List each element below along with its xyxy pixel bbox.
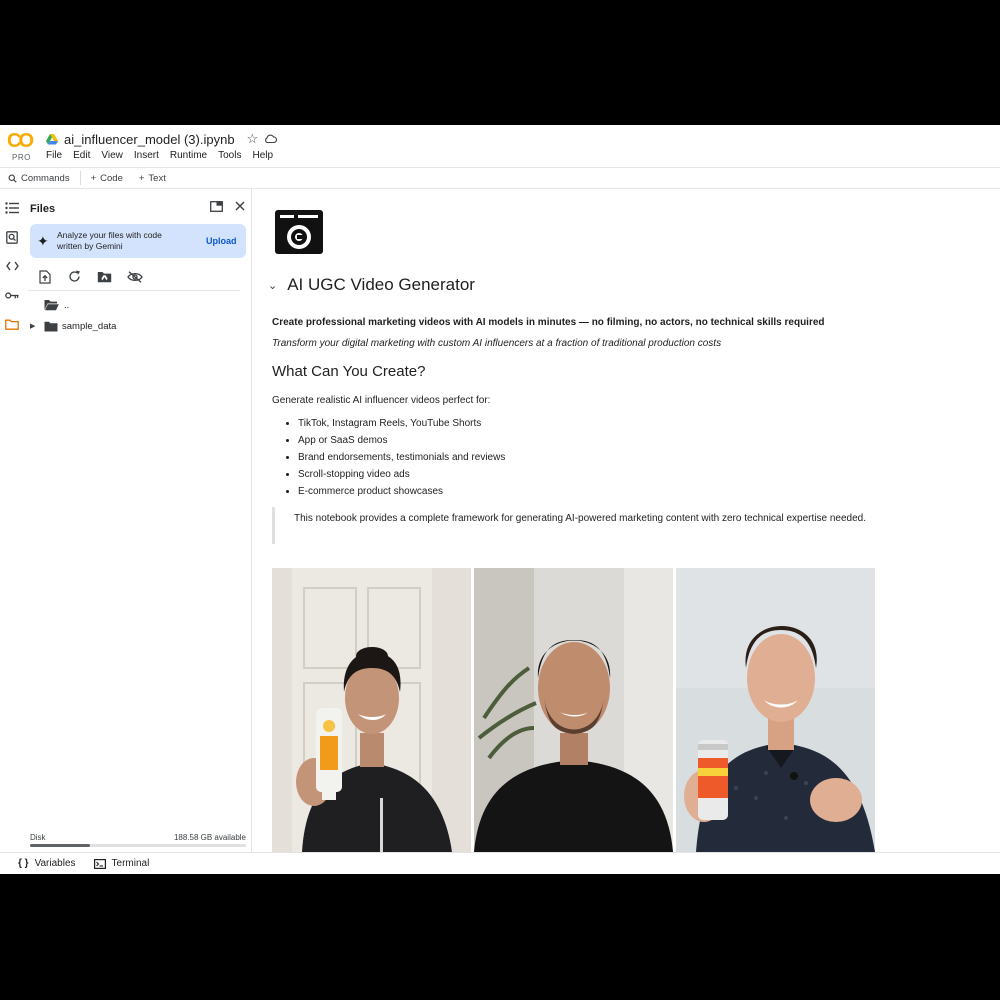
- mount-drive-icon[interactable]: [96, 269, 113, 284]
- upload-file-icon[interactable]: [36, 269, 53, 284]
- menu-runtime[interactable]: Runtime: [170, 150, 207, 161]
- disk-bar: [30, 844, 246, 847]
- toolbar: Commands + Code + Text: [0, 167, 1000, 189]
- section-heading: What Can You Create?: [272, 363, 426, 380]
- open-folder-icon: [44, 300, 59, 311]
- file-tools: [36, 269, 143, 284]
- close-icon[interactable]: [233, 199, 247, 213]
- bottom-bar: { } Variables Terminal: [0, 852, 1000, 874]
- variables-button[interactable]: { } Variables: [0, 858, 76, 869]
- notebook-area: ⌄ AI UGC Video Generator Create professi…: [252, 189, 1000, 852]
- menu-help[interactable]: Help: [252, 150, 273, 161]
- influencer-photo-strip: [272, 568, 876, 852]
- files-divider: [28, 290, 240, 291]
- title-row: ai_influencer_model (3).ipynb ☆: [46, 130, 278, 148]
- star-icon[interactable]: ☆: [247, 131, 259, 147]
- intro-text: Generate realistic AI influencer videos …: [272, 395, 491, 406]
- lead-text: Create professional marketing videos wit…: [272, 317, 825, 328]
- files-title: Files: [30, 203, 56, 215]
- hide-files-icon[interactable]: [126, 269, 143, 284]
- influencer-photo-man-with-can: [676, 568, 875, 852]
- notebook-title[interactable]: ai_influencer_model (3).ipynb: [64, 132, 235, 147]
- list-item: E-commerce product showcases: [298, 485, 505, 502]
- colab-window: CO PRO ai_influencer_model (3).ipynb ☆ F…: [0, 125, 1000, 874]
- section-heading-row: ⌄ AI UGC Video Generator: [268, 275, 475, 295]
- blockquote: This notebook provides a complete framew…: [272, 507, 874, 544]
- colab-logo[interactable]: CO PRO: [7, 130, 37, 162]
- text-label: Text: [148, 172, 166, 184]
- terminal-icon: [93, 858, 106, 869]
- variables-label: Variables: [34, 858, 76, 869]
- tree-item-label: ..: [64, 299, 70, 311]
- braces-icon: { }: [18, 858, 29, 869]
- folder-icon: [44, 321, 58, 331]
- list-item: Brand endorsements, testimonials and rev…: [298, 451, 505, 468]
- pro-badge: PRO: [12, 153, 31, 162]
- menu-bar: File Edit View Insert Runtime Tools Help: [46, 150, 273, 161]
- plus-icon: +: [138, 172, 145, 184]
- menu-tools[interactable]: Tools: [218, 150, 241, 161]
- chevron-right-icon[interactable]: ▶: [30, 322, 44, 330]
- add-text-button[interactable]: + Text: [131, 173, 174, 184]
- gemini-text: Analyze your files with code written by …: [57, 230, 162, 251]
- menu-edit[interactable]: Edit: [73, 150, 90, 161]
- terminal-label: Terminal: [111, 858, 150, 869]
- table-of-contents-icon[interactable]: [5, 201, 19, 215]
- find-replace-icon[interactable]: [5, 230, 19, 244]
- list-item: Scroll-stopping video ads: [298, 468, 505, 485]
- gemini-analyze-card: ✦ Analyze your files with code written b…: [30, 224, 246, 258]
- commands-button[interactable]: Commands: [0, 173, 78, 184]
- code-label: Code: [100, 172, 123, 184]
- plus-icon: +: [90, 172, 97, 184]
- google-drive-icon: [46, 133, 58, 144]
- influencer-photo-man-black-shirt: [474, 568, 673, 852]
- tree-item-parent[interactable]: ..: [44, 297, 69, 313]
- gemini-sparkle-icon: ✦: [37, 233, 49, 249]
- disk-available: 188.58 GB available: [173, 833, 246, 842]
- tree-item-sample-data[interactable]: ▶ sample_data: [30, 318, 116, 334]
- open-in-tab-icon[interactable]: [209, 199, 223, 213]
- disk-label: Disk: [30, 833, 46, 842]
- left-rail: [0, 189, 24, 852]
- terminal-button[interactable]: Terminal: [76, 858, 150, 869]
- upload-button[interactable]: Upload: [206, 236, 237, 246]
- disk-bar-fill: [30, 844, 91, 847]
- header: CO PRO ai_influencer_model (3).ipynb ☆ F…: [0, 125, 1000, 167]
- video-camera-logo-icon: [275, 210, 323, 254]
- cloud-icon[interactable]: [264, 134, 278, 144]
- key-icon[interactable]: [5, 288, 19, 302]
- list-item: App or SaaS demos: [298, 434, 505, 451]
- logo-text: CO: [7, 130, 34, 152]
- files-panel: Files ✦ Analyze your files with code wri…: [24, 189, 252, 852]
- code-snippets-icon[interactable]: [5, 259, 19, 273]
- folder-icon[interactable]: [5, 317, 19, 331]
- tree-item-label: sample_data: [62, 320, 117, 332]
- collapse-chevron-icon[interactable]: ⌄: [268, 279, 277, 292]
- add-code-button[interactable]: + Code: [83, 173, 131, 184]
- toolbar-divider: [79, 171, 81, 185]
- menu-insert[interactable]: Insert: [134, 150, 159, 161]
- list-item: TikTok, Instagram Reels, YouTube Shorts: [298, 417, 505, 434]
- notebook-heading: AI UGC Video Generator: [287, 275, 475, 294]
- menu-file[interactable]: File: [46, 150, 62, 161]
- commands-label: Commands: [21, 172, 70, 184]
- influencer-photo-woman: [272, 568, 471, 852]
- search-icon: [8, 173, 17, 183]
- use-case-list: TikTok, Instagram Reels, YouTube Shorts …: [298, 417, 505, 502]
- disk-usage: Disk 188.58 GB available: [30, 833, 246, 847]
- refresh-icon[interactable]: [66, 269, 83, 284]
- subtitle-text: Transform your digital marketing with cu…: [272, 338, 722, 349]
- menu-view[interactable]: View: [101, 150, 123, 161]
